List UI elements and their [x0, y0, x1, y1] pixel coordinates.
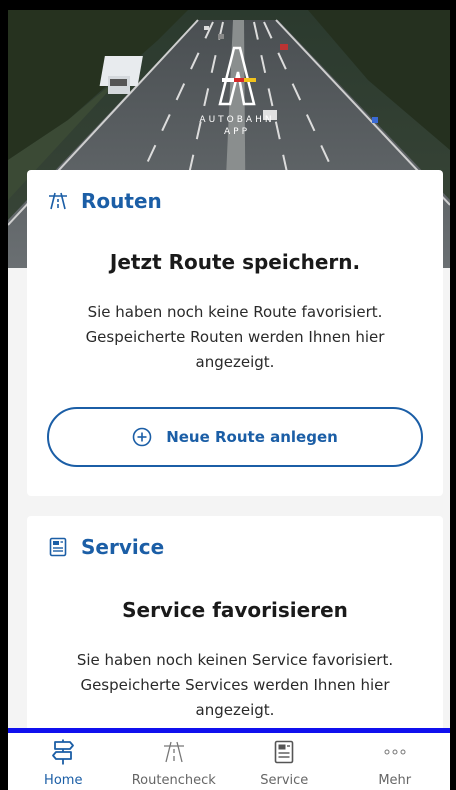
- nav-item-mehr[interactable]: Mehr: [340, 733, 451, 790]
- app-screen: AUTOBAHN APP Routen Jetzt Route speicher…: [8, 10, 450, 790]
- device-frame-right: [450, 0, 456, 790]
- signpost-icon: [50, 739, 76, 765]
- highway-icon: [161, 739, 187, 765]
- new-route-button[interactable]: Neue Route anlegen: [47, 407, 423, 467]
- routen-card-header: Routen: [47, 188, 162, 214]
- document-icon: [271, 739, 297, 765]
- routen-empty-title: Jetzt Route speichern.: [109, 250, 361, 274]
- device-frame-left: [0, 0, 8, 790]
- nav-label-home: Home: [44, 773, 83, 788]
- more-dots-icon: [382, 739, 408, 765]
- service-card-heading: Service: [81, 535, 165, 559]
- highway-icon: [47, 190, 69, 212]
- new-route-button-label: Neue Route anlegen: [166, 428, 338, 446]
- service-empty-title: Service favorisieren: [122, 598, 348, 622]
- nav-item-service[interactable]: Service: [229, 733, 340, 790]
- nav-label-service: Service: [260, 773, 309, 788]
- routen-card-heading: Routen: [81, 189, 162, 213]
- nav-label-routencheck: Routencheck: [131, 773, 216, 788]
- document-icon: [47, 536, 69, 558]
- routen-card: Routen Jetzt Route speichern. Sie haben …: [27, 170, 443, 496]
- routen-empty-text: Sie haben noch keine Route favorisiert. …: [85, 303, 385, 371]
- logo-text-line2: APP: [224, 127, 250, 137]
- nav-item-routencheck[interactable]: Routencheck: [119, 733, 230, 790]
- nav-label-mehr: Mehr: [378, 773, 412, 788]
- service-card: Service Service favorisieren Sie haben n…: [27, 516, 443, 756]
- plus-circle-icon: [132, 427, 152, 447]
- nav-item-home[interactable]: Home: [8, 733, 119, 790]
- bottom-navigation: Home Routencheck Service Mehr: [8, 728, 450, 790]
- service-empty-text: Sie haben noch keinen Service favorisier…: [76, 651, 394, 719]
- device-frame-top: [0, 0, 456, 10]
- logo-text-line1: AUTOBAHN: [199, 115, 274, 125]
- service-card-header: Service: [47, 534, 164, 560]
